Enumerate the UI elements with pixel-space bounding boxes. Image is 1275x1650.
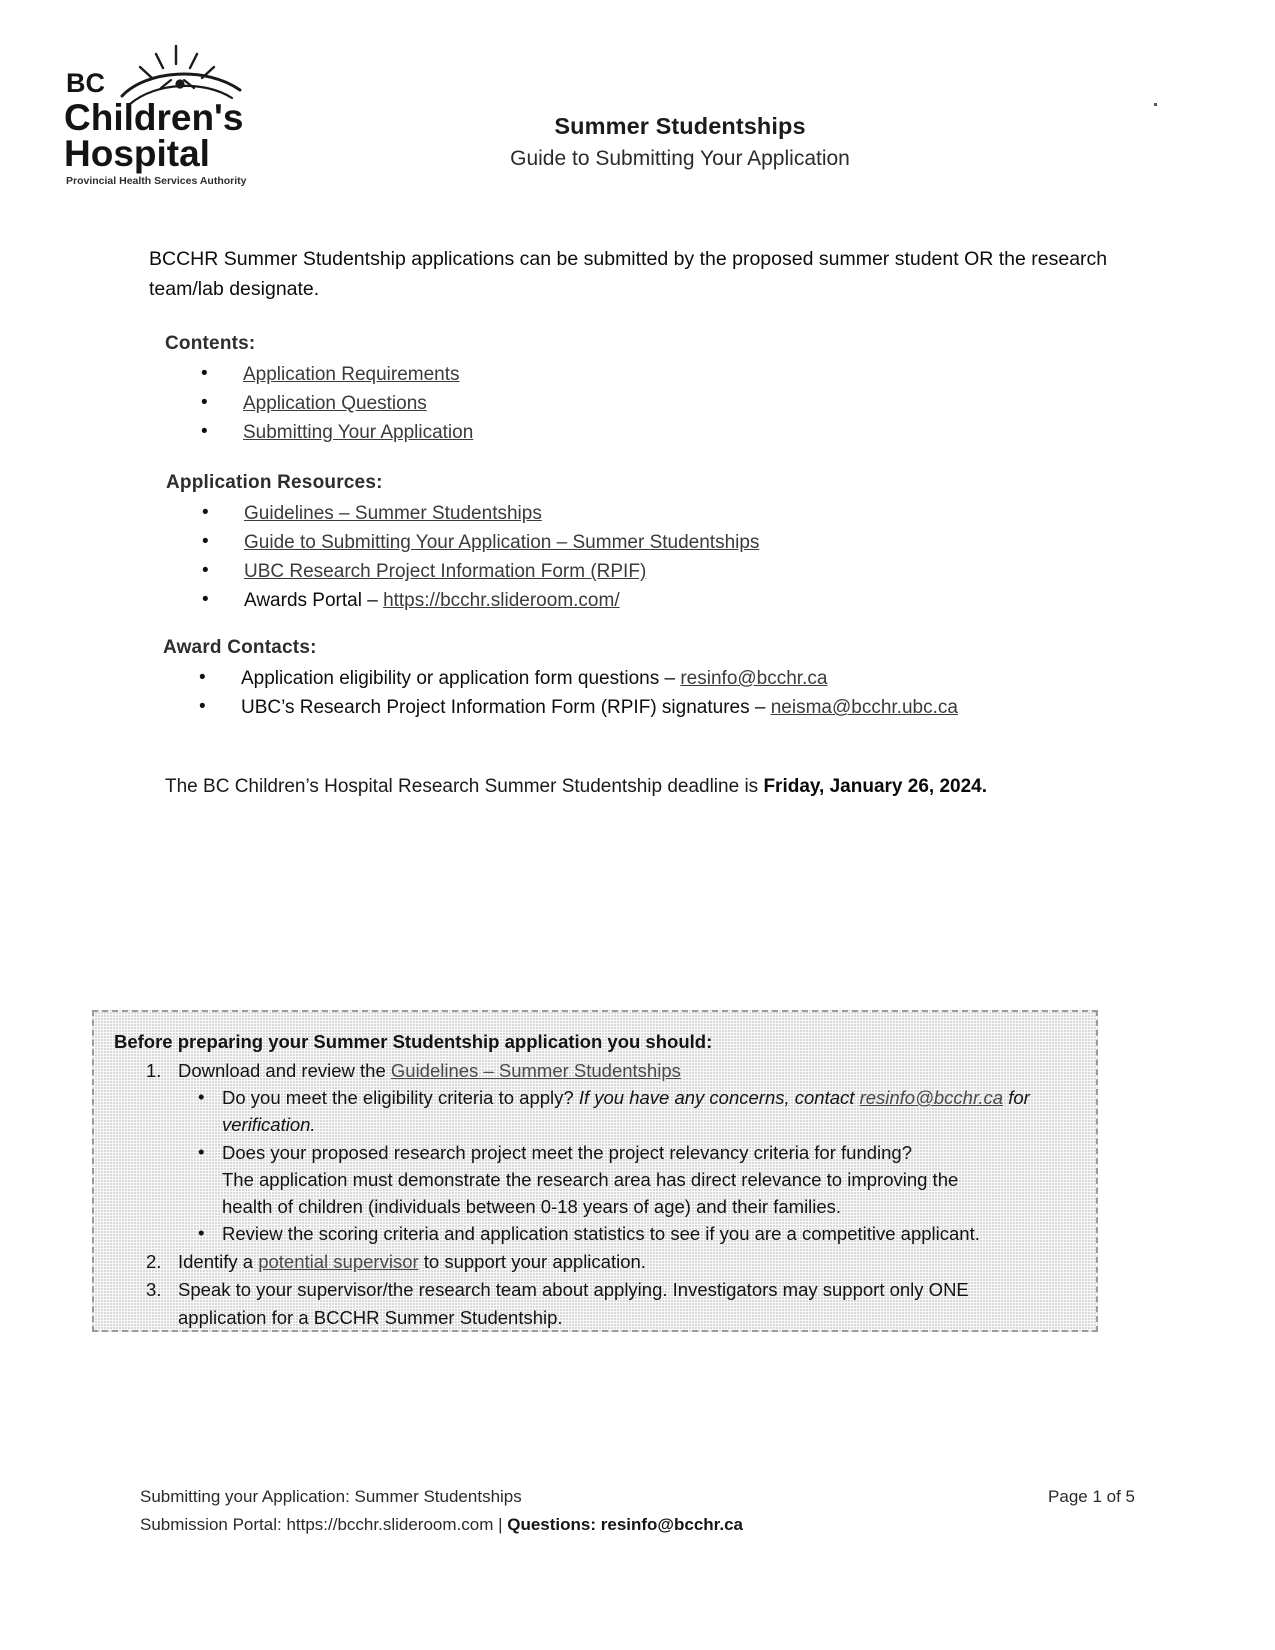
substep-scoring-text: Review the scoring criteria and applicat… (222, 1223, 980, 1245)
substep-eligibility-question: Do you meet the eligibility criteria to … (222, 1087, 579, 1109)
footer-line-2: Submission Portal: https://bcchr.slidero… (140, 1511, 1135, 1538)
callout-step-1: Download and review the Guidelines – Sum… (108, 1057, 1074, 1247)
callout-step-3: Speak to your supervisor/the research te… (108, 1276, 1074, 1330)
page-footer: Submitting your Application: Summer Stud… (140, 1483, 1135, 1538)
contents-heading: Contents: (165, 333, 256, 354)
callout-step-2-prefix: Identify a (178, 1251, 259, 1273)
footer-questions-email: Questions: resinfo@bcchr.ca (507, 1515, 743, 1535)
callout-link-potential-supervisor[interactable]: potential supervisor (258, 1251, 418, 1272)
contact-label-eligibility: Application eligibility or application f… (241, 668, 681, 689)
intro-paragraph: BCCHR Summer Studentship applications ca… (149, 248, 1108, 300)
footer-page-number: Page 1 of 5 (1048, 1487, 1135, 1506)
list-item: Awards Portal – https://bcchr.slideroom.… (166, 586, 1066, 615)
deadline-date: Friday, January 26, 2024. (763, 776, 988, 797)
resource-link-awards-portal[interactable]: https://bcchr.slideroom.com/ (383, 590, 620, 611)
contact-label-rpif-signatures: UBC’s Research Project Information Form … (241, 697, 771, 719)
callout-link-resinfo-email[interactable]: resinfo@bcchr.ca (860, 1087, 1004, 1108)
application-resources-heading: Application Resources: (166, 472, 383, 493)
application-resources-list: Guidelines – Summer Studentships Guide t… (166, 499, 1066, 615)
contents-link-submitting-your-application[interactable]: Submitting Your Application (243, 422, 473, 443)
callout-step-3-line1: Speak to your supervisor/the research te… (178, 1279, 969, 1301)
award-contacts-heading: Award Contacts: (163, 637, 317, 658)
callout-link-guidelines[interactable]: Guidelines – Summer Studentships (391, 1060, 681, 1081)
page-header: BC Children's Hospital Provincial Health… (0, 0, 1275, 210)
substep-relevancy-line3: health of children (individuals between … (222, 1195, 842, 1217)
list-item: UBC Research Project Information Form (R… (166, 557, 1066, 586)
list-item: UBC’s Research Project Information Form … (163, 693, 1103, 722)
callout-step-1-text: Download and review the (178, 1059, 391, 1081)
award-contacts-list: Application eligibility or application f… (163, 664, 1103, 722)
list-item: Application eligibility or application f… (163, 664, 1103, 693)
callout-step-2: Identify a potential supervisor to suppo… (108, 1248, 1074, 1275)
resource-label-awards-portal: Awards Portal – (244, 590, 384, 612)
callout-steps-list: Download and review the Guidelines – Sum… (108, 1057, 1074, 1331)
footer-line-1: Submitting your Application: Summer Stud… (140, 1483, 1135, 1510)
callout-heading: Before preparing your Summer Studentship… (114, 1031, 713, 1052)
callout-substeps-list: Do you meet the eligibility criteria to … (178, 1083, 1074, 1247)
award-contacts-section: Award Contacts: Application eligibility … (163, 637, 1103, 723)
callout-substep-scoring: Review the scoring criteria and applicat… (178, 1219, 1074, 1247)
application-resources-section: Application Resources: Guidelines – Summ… (166, 472, 1066, 616)
logo-artwork: BC Children's Hospital Provincial Health… (64, 44, 247, 187)
callout-substep-eligibility: Do you meet the eligibility criteria to … (178, 1083, 1074, 1138)
svg-text:Provincial Health Services Aut: Provincial Health Services Authority (66, 175, 247, 187)
resource-link-rpif[interactable]: UBC Research Project Information Form (R… (244, 561, 646, 582)
list-item: Application Questions (165, 389, 865, 418)
svg-text:Children's: Children's (64, 97, 243, 138)
contact-email-resinfo[interactable]: resinfo@bcchr.ca (680, 668, 827, 689)
footer-document-title: Submitting your Application: Summer Stud… (140, 1487, 522, 1506)
substep-relevancy-line1: Does your proposed research project meet… (222, 1141, 912, 1163)
list-item: Application Requirements (165, 360, 865, 389)
contents-link-application-requirements[interactable]: Application Requirements (243, 364, 460, 385)
resource-link-guidelines[interactable]: Guidelines – Summer Studentships (244, 503, 542, 524)
contact-email-neisma[interactable]: neisma@bcchr.ubc.ca (771, 697, 958, 718)
substep-eligibility-note: If you have any concerns, contact (578, 1087, 860, 1109)
bc-childrens-hospital-logo: BC Children's Hospital Provincial Health… (64, 34, 294, 194)
page-title-block: Summer Studentships Guide to Submitting … (330, 112, 1030, 173)
list-item: Guidelines – Summer Studentships (166, 499, 1066, 528)
contents-section: Contents: Application Requirements Appli… (165, 333, 865, 448)
page-subtitle: Guide to Submitting Your Application (510, 147, 850, 171)
header-corner-mark (1154, 103, 1157, 106)
svg-text:BC: BC (66, 68, 105, 98)
deadline-statement: The BC Children’s Hospital Research Summ… (165, 773, 1125, 802)
document-page: BC Children's Hospital Provincial Health… (0, 0, 1275, 1650)
svg-text:Hospital: Hospital (64, 133, 210, 174)
contents-list: Application Requirements Application Que… (165, 360, 865, 447)
list-item: Submitting Your Application (165, 418, 865, 447)
page-title: Summer Studentships (554, 113, 806, 139)
resource-link-guide-to-submitting[interactable]: Guide to Submitting Your Application – S… (244, 532, 759, 553)
callout-substep-relevancy: Does your proposed research project meet… (178, 1138, 1074, 1221)
callout-step-3-line2: application for a BCCHR Summer Studentsh… (178, 1306, 563, 1328)
callout-step-2-suffix: to support your application. (418, 1251, 646, 1273)
deadline-text: The BC Children’s Hospital Research Summ… (165, 776, 764, 797)
footer-submission-portal: Submission Portal: https://bcchr.slidero… (140, 1515, 508, 1535)
list-item: Guide to Submitting Your Application – S… (166, 528, 1066, 557)
contents-link-application-questions[interactable]: Application Questions (243, 393, 427, 414)
substep-relevancy-line2: The application must demonstrate the res… (222, 1168, 959, 1190)
before-preparing-callout: Before preparing your Summer Studentship… (92, 1010, 1098, 1332)
